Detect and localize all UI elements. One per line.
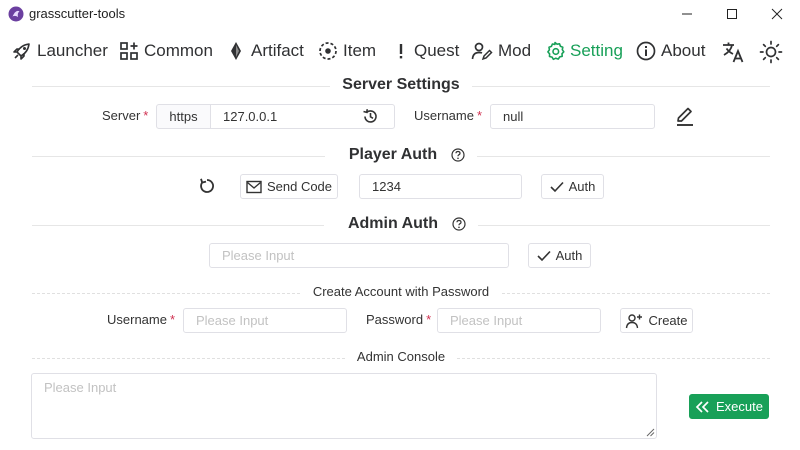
title-bar: grasscutter-tools xyxy=(0,0,800,28)
create-password-label: Password * xyxy=(366,312,432,327)
exclamation-icon xyxy=(399,44,403,59)
window-title: grasscutter-tools xyxy=(29,6,126,21)
admin-auth-label: Auth xyxy=(555,248,583,263)
nav-item-item[interactable]: Item xyxy=(318,36,376,66)
create-account-label: Create xyxy=(648,313,688,328)
refresh-icon xyxy=(200,178,214,193)
item-icon xyxy=(319,42,337,60)
close-button[interactable] xyxy=(754,0,800,28)
app-logo-icon xyxy=(8,6,24,22)
reset-server-button[interactable] xyxy=(360,106,380,126)
nav-label-about: About xyxy=(661,41,706,60)
player-auth-label: Auth xyxy=(568,179,596,194)
admin-console-divider: Admin Console xyxy=(32,348,770,368)
admin-auth-title: Admin Auth xyxy=(335,215,451,233)
nav-item-artifact[interactable]: Artifact xyxy=(226,36,304,66)
admin-auth-button[interactable]: Auth xyxy=(528,243,591,268)
admin-command-textarea[interactable]: Please Input xyxy=(31,373,657,439)
server-settings-divider: Server Settings xyxy=(32,76,770,96)
player-auth-divider: Player Auth xyxy=(32,146,770,166)
gear-icon xyxy=(547,41,565,61)
nav-label-launcher: Launcher xyxy=(37,41,108,60)
create-username-input[interactable]: Please Input xyxy=(183,308,347,333)
admin-console-title: Admin Console xyxy=(344,349,458,364)
nav-label-artifact: Artifact xyxy=(251,41,304,60)
nav-item-common[interactable]: Common xyxy=(119,36,213,66)
maximize-button[interactable] xyxy=(709,0,755,28)
language-toggle-button[interactable] xyxy=(719,38,747,66)
info-icon xyxy=(636,41,656,61)
player-auth-title: Player Auth xyxy=(336,146,450,164)
server-label: Server * xyxy=(102,108,149,123)
refresh-button[interactable] xyxy=(196,175,218,197)
nav-label-item: Item xyxy=(343,41,377,60)
mail-icon xyxy=(246,180,262,193)
user-edit-icon xyxy=(471,42,493,61)
artifact-icon xyxy=(231,42,241,60)
nav-item-setting[interactable]: Setting xyxy=(545,36,623,66)
minimize-button[interactable] xyxy=(664,0,710,28)
nav-label-mod: Mod xyxy=(498,41,532,60)
verification-code-input[interactable]: 1234 xyxy=(359,174,522,199)
admin-auth-divider: Admin Auth xyxy=(32,215,770,235)
create-username-label: Username * xyxy=(107,312,176,327)
double-chevron-left-icon xyxy=(695,400,709,413)
edit-username-button[interactable] xyxy=(673,104,697,128)
main-nav: Launcher Common Artifact Item Quest Mod … xyxy=(0,36,800,66)
create-account-title: Create Account with Password xyxy=(300,284,502,299)
execute-button[interactable]: Execute xyxy=(689,394,769,419)
execute-label: Execute xyxy=(716,399,763,414)
create-password-input[interactable]: Please Input xyxy=(437,308,601,333)
check-icon xyxy=(537,250,551,261)
nav-item-launcher[interactable]: Launcher xyxy=(12,36,108,66)
history-icon xyxy=(362,108,377,123)
nav-label-common: Common xyxy=(144,41,213,60)
check-icon xyxy=(550,181,564,192)
server-settings-title: Server Settings xyxy=(330,76,472,94)
nav-item-about[interactable]: About xyxy=(636,36,705,66)
nav-label-setting: Setting xyxy=(570,41,623,60)
admin-token-input[interactable]: Please Input xyxy=(209,243,509,268)
sun-icon xyxy=(759,40,783,64)
server-username-label: Username * xyxy=(414,108,483,123)
create-account-divider: Create Account with Password xyxy=(32,283,770,303)
player-auth-button[interactable]: Auth xyxy=(541,174,604,199)
grid-plus-icon xyxy=(120,42,138,60)
send-code-button[interactable]: Send Code xyxy=(240,174,338,199)
protocol-prefix: https xyxy=(156,104,211,129)
nav-item-quest[interactable]: Quest xyxy=(393,36,459,66)
help-icon xyxy=(451,148,465,162)
rocket-icon xyxy=(13,43,30,60)
pencil-icon xyxy=(677,107,693,126)
server-username-input[interactable]: null xyxy=(490,104,655,129)
help-icon xyxy=(452,217,466,231)
translate-icon xyxy=(723,42,744,63)
nav-item-mod[interactable]: Mod xyxy=(471,36,531,66)
send-code-label: Send Code xyxy=(266,179,333,194)
resize-handle-icon[interactable] xyxy=(646,428,655,437)
nav-label-quest: Quest xyxy=(414,41,460,60)
admin-command-placeholder: Please Input xyxy=(44,380,117,395)
create-account-button[interactable]: Create xyxy=(620,308,693,333)
add-user-icon xyxy=(626,313,643,328)
theme-toggle-button[interactable] xyxy=(757,38,785,66)
